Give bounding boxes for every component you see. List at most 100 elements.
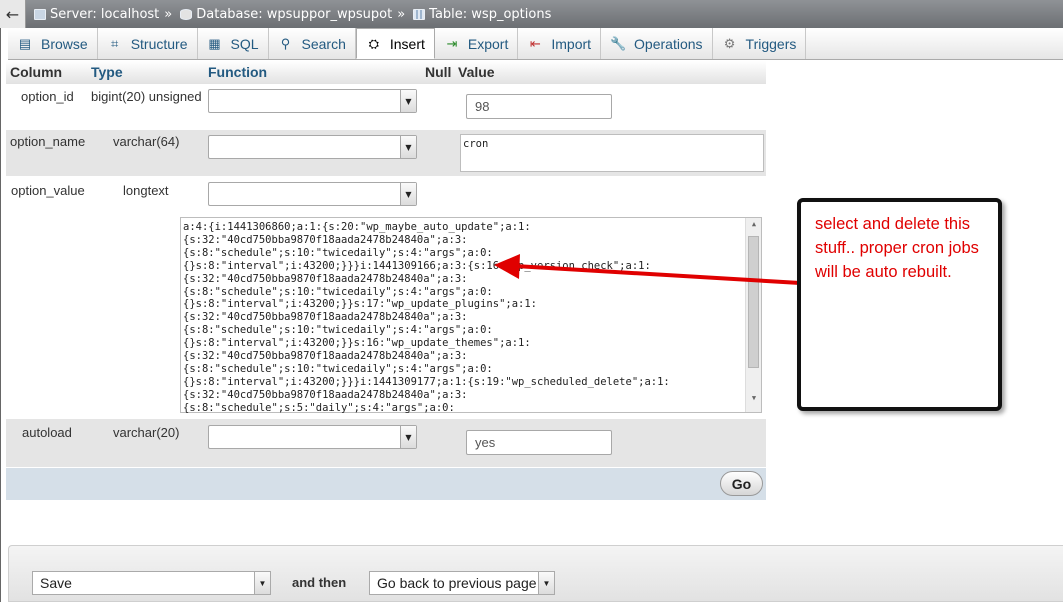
tab-bar: ▤ Browse ⌗ Structure ▦ SQL ⚲ Search ⛭ In… — [8, 28, 1063, 60]
textarea-line: {s:32:"40cd750bba9870f18aada2478b24840a"… — [183, 388, 468, 401]
header-function: Function — [208, 64, 268, 80]
structure-icon: ⌗ — [111, 35, 119, 51]
value-textarea[interactable]: a:4:{i:1441306860;a:1:{s:20:"wp_maybe_au… — [180, 217, 762, 414]
tab-insert[interactable]: ⛭ Insert — [355, 28, 435, 59]
scrollbar-thumb[interactable] — [748, 236, 759, 368]
breadcrumb-server-link[interactable]: Server: localhost — [50, 7, 159, 22]
function-select[interactable]: ▼ — [208, 425, 417, 449]
breadcrumb-table[interactable]: Table: wsp_options — [413, 7, 551, 22]
function-select[interactable]: ▼ — [208, 89, 417, 113]
textarea-line: {s:32:"40cd750bba9870f18aada2478b24840a"… — [183, 272, 468, 285]
insert-icon: ⛭ — [368, 35, 380, 51]
value-text: cron — [463, 138, 489, 150]
tab-triggers[interactable]: ⚙ Triggers — [713, 28, 807, 59]
textarea-line: {s:8:"schedule";s:10:"twicedaily";s:4:"a… — [183, 285, 493, 298]
tab-structure[interactable]: ⌗ Structure — [98, 28, 198, 59]
textarea-line: {}s:8:"interval";i:43200;}}}i:1441309177… — [183, 375, 670, 388]
tab-export[interactable]: ⇥ Export — [435, 28, 519, 59]
tab-label: Search — [301, 35, 346, 52]
tab-label: Import — [551, 35, 592, 52]
textarea-scrollbar[interactable]: ▲ ▼ — [745, 218, 761, 412]
tab-label: Triggers — [745, 35, 797, 52]
chevron-down-icon: ▼ — [400, 426, 416, 448]
header-column: Column — [10, 64, 63, 80]
action-select-value: Save — [40, 575, 72, 591]
tab-label: Insert — [389, 35, 425, 52]
column-type: varchar(64) — [113, 134, 180, 149]
tab-browse[interactable]: ▤ Browse — [8, 28, 98, 59]
tab-search[interactable]: ⚲ Search — [269, 28, 356, 59]
function-select[interactable]: ▼ — [208, 182, 417, 206]
tab-label: Export — [467, 35, 509, 52]
frame-border — [0, 28, 1, 602]
textarea-line: {}s:8:"interval";i:43200;}}}i:1441309166… — [183, 259, 651, 272]
chevron-down-icon: ▼ — [400, 136, 416, 158]
annotation-callout: select and delete this stuff.. proper cr… — [797, 198, 1002, 411]
sql-icon: ▦ — [208, 35, 221, 51]
tab-operations[interactable]: 🔧 Operations — [601, 28, 713, 59]
tab-sql[interactable]: ▦ SQL — [198, 28, 269, 59]
column-type: longtext — [123, 183, 169, 198]
function-select[interactable]: ▼ — [208, 135, 417, 159]
tab-import[interactable]: ⇤ Import — [518, 28, 602, 59]
browse-icon: ▤ — [18, 35, 32, 51]
database-icon — [180, 8, 193, 20]
triggers-icon: ⚙ — [723, 35, 736, 51]
tab-label: SQL — [230, 35, 259, 52]
textarea-line: {s:32:"40cd750bba9870f18aada2478b24840a"… — [183, 311, 468, 324]
breadcrumb-table-link[interactable]: Table: wsp_options — [429, 7, 551, 22]
and-then-label: and then — [292, 575, 347, 590]
column-name: option_value — [11, 183, 85, 198]
breadcrumb-separator: » — [164, 6, 173, 22]
value-input[interactable]: 98 — [466, 94, 612, 119]
export-icon: ⇥ — [446, 35, 458, 51]
back-arrow-icon[interactable]: ← — [0, 0, 26, 28]
submit-panel: Save ▼ and then Go back to previous page… — [8, 545, 1063, 602]
go-button[interactable]: Go — [720, 471, 763, 496]
header-value: Value — [458, 64, 495, 80]
column-name: option_id — [21, 89, 74, 104]
search-icon: ⚲ — [280, 35, 291, 51]
after-insert-select[interactable]: Go back to previous page ▼ — [369, 571, 555, 595]
value-input[interactable]: yes — [466, 430, 612, 455]
chevron-down-icon: ▼ — [400, 90, 416, 112]
import-icon: ⇤ — [529, 35, 541, 51]
action-select[interactable]: Save ▼ — [32, 571, 271, 595]
textarea-line: {s:8:"schedule";s:5:"daily";s:4:"args";a… — [183, 401, 455, 414]
breadcrumb-database[interactable]: Database: wpsuppor_wpsupot » — [180, 7, 405, 22]
textarea-line: {}s:8:"interval";i:43200;}}s:16:"wp_upda… — [183, 337, 531, 350]
chevron-down-icon: ▼ — [538, 572, 554, 594]
textarea-line: {s:8:"schedule";s:10:"twicedaily";s:4:"a… — [183, 246, 493, 259]
textarea-line: a:4:{i:1441306860;a:1:{s:20:"wp_maybe_au… — [183, 221, 531, 233]
textarea-line: {s:8:"schedule";s:10:"twicedaily";s:4:"a… — [183, 324, 493, 337]
breadcrumb-server[interactable]: Server: localhost » — [34, 7, 172, 22]
tab-label: Browse — [41, 35, 88, 52]
table-icon — [413, 8, 426, 20]
table-row: option_value longtext ▼ a:4:{i:144130686… — [6, 176, 766, 419]
chevron-down-icon: ▼ — [254, 572, 270, 594]
tab-label: Operations — [634, 35, 703, 52]
column-type: bigint(20) unsigned — [91, 89, 202, 104]
breadcrumb-bar: ← Server: localhost » Database: wpsuppor… — [0, 0, 1063, 28]
table-row: option_id bigint(20) unsigned ▼ 98 — [6, 84, 766, 130]
tab-label: Structure — [130, 35, 188, 52]
column-name: option_name — [10, 134, 86, 149]
table-header: Column Type Function Null Value — [6, 61, 766, 84]
textarea-line: {s:32:"40cd750bba9870f18aada2478b24840a"… — [183, 233, 468, 246]
scroll-down-icon[interactable]: ▼ — [746, 394, 762, 408]
textarea-line: {}s:8:"interval";i:43200;}}s:17:"wp_upda… — [183, 298, 538, 311]
chevron-down-icon: ▼ — [400, 183, 416, 205]
wrench-icon: 🔧 — [609, 35, 627, 51]
column-name: autoload — [22, 425, 72, 440]
after-insert-value: Go back to previous page — [377, 575, 537, 591]
go-row: Go — [6, 468, 766, 500]
breadcrumb-database-link[interactable]: Database: wpsuppor_wpsupot — [196, 7, 392, 22]
table-row: autoload varchar(20) ▼ yes — [6, 419, 766, 467]
header-type: Type — [91, 64, 123, 80]
breadcrumb-separator: » — [397, 6, 406, 22]
value-textarea[interactable]: cron — [460, 134, 764, 172]
table-row: option_name varchar(64) ▼ cron — [6, 130, 766, 176]
column-type: varchar(20) — [113, 425, 180, 440]
scroll-up-icon[interactable]: ▲ — [746, 220, 762, 234]
textarea-line: {s:8:"schedule";s:10:"twicedaily";s:4:"a… — [183, 362, 493, 375]
